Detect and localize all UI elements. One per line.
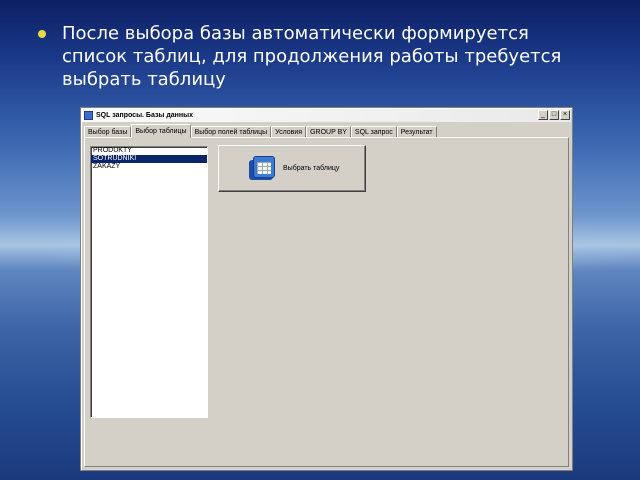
bullet-line-3: выбрать таблицу [62, 69, 226, 90]
tab-strip: Выбор базы Выбор таблицы Выбор полей таб… [84, 124, 437, 138]
window-controls: _ □ × [538, 110, 570, 120]
list-item[interactable]: ZAKAZY [91, 163, 207, 171]
bullet-line-1: После выбора базы автоматически формируе… [62, 23, 529, 44]
bullet-line-2: список таблиц, для продолжения работы тр… [62, 46, 562, 67]
slide-bullet: После выбора базы автоматически формируе… [38, 22, 598, 91]
app-window: SQL запросы. Базы данных _ □ × Выбор баз… [80, 107, 573, 471]
list-item-selected[interactable]: SOTRUDNIKI [91, 155, 207, 163]
title-bar[interactable]: SQL запросы. Базы данных _ □ × [82, 109, 571, 122]
select-table-button[interactable]: Выбрать таблицу [218, 145, 366, 192]
maximize-button[interactable]: □ [549, 110, 559, 120]
select-table-button-label: Выбрать таблицу [283, 165, 340, 172]
window-title: SQL запросы. Базы данных [96, 112, 194, 119]
tab-select-table[interactable]: Выбор таблицы [131, 124, 191, 138]
bullet-icon [38, 30, 46, 38]
table-icon [249, 155, 275, 182]
tab-panel: PRODUKTY SOTRUDNIKI ZAKAZY Выбрать табли… [84, 137, 569, 467]
tables-listbox[interactable]: PRODUKTY SOTRUDNIKI ZAKAZY [90, 146, 208, 418]
app-icon [84, 111, 93, 120]
list-item[interactable]: PRODUKTY [91, 147, 207, 155]
close-button[interactable]: × [560, 110, 570, 120]
minimize-button[interactable]: _ [538, 110, 548, 120]
